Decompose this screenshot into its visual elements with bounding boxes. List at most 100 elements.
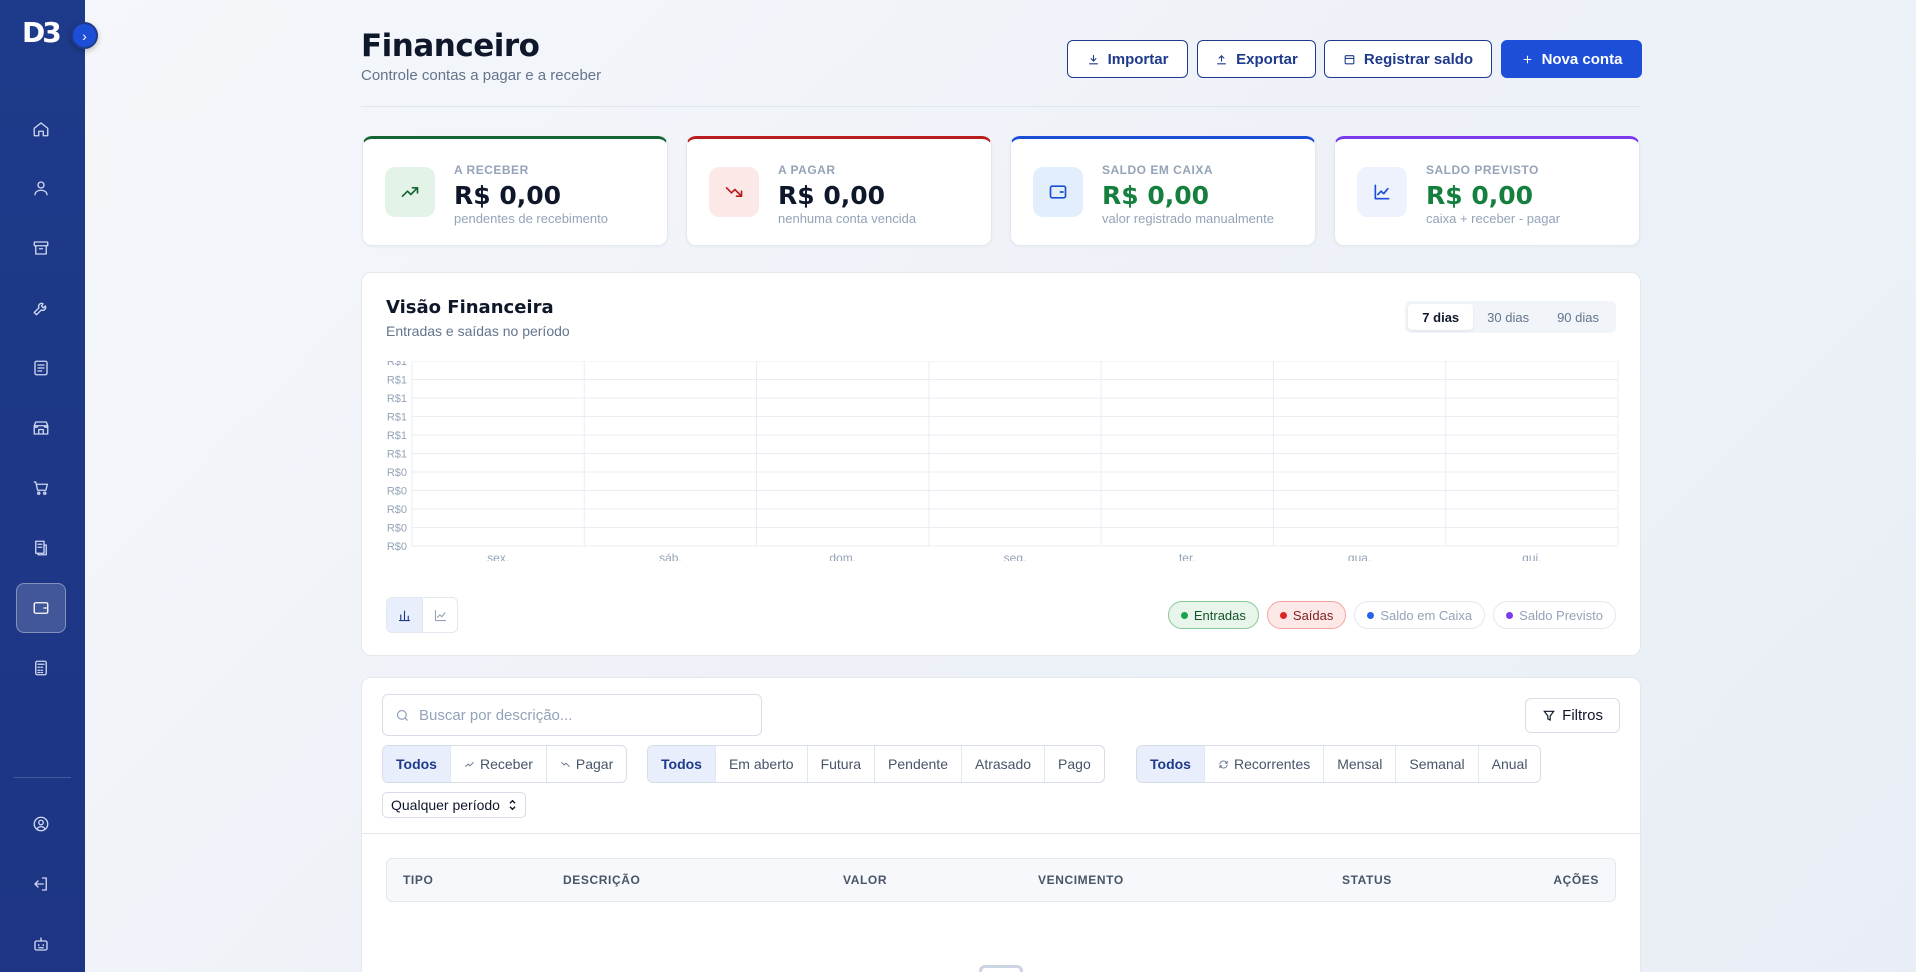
card-hint: valor registrado manualmente	[1102, 211, 1274, 226]
import-button[interactable]: Importar	[1067, 40, 1188, 78]
card-value: R$ 0,00	[778, 181, 886, 210]
new-account-button[interactable]: Nova conta	[1501, 40, 1642, 78]
legend-dot	[1180, 611, 1188, 619]
y-tick-label: R$1	[387, 430, 407, 442]
table-header: TIPO DESCRIÇÃO VALOR VENCIMENTO STATUS A…	[386, 858, 1616, 902]
recurrence-filter-group: Todos Recorrentes Mensal Semanal Anual	[1136, 745, 1542, 783]
summary-card-forecast: SALDO PREVISTO R$ 0,00 caixa + receber -…	[1334, 136, 1640, 246]
sidebar-item-store[interactable]	[16, 403, 66, 453]
app-logo[interactable]: D3	[22, 16, 62, 49]
line-view-button[interactable]	[422, 598, 457, 632]
trending-up-icon	[465, 761, 474, 767]
download-icon	[1088, 54, 1098, 64]
status-filter-future[interactable]: Futura	[806, 746, 874, 782]
sidebar-item-home[interactable]	[16, 104, 66, 154]
legend-dot	[1506, 611, 1514, 619]
card-label: A PAGAR	[778, 163, 836, 177]
status-filter-group: Todos Em aberto Futura Pendente Atrasado…	[647, 745, 1105, 783]
legend-saldo-caixa[interactable]: Saldo em Caixa	[1354, 601, 1486, 629]
y-tick-label: R$1	[387, 393, 407, 405]
cart-icon	[33, 481, 49, 495]
type-filter-pay[interactable]: Pagar	[545, 746, 626, 782]
sidebar-item-assistant[interactable]	[16, 919, 66, 969]
y-tick-label: R$0	[387, 541, 407, 553]
card-label: SALDO EM CAIXA	[1102, 163, 1214, 177]
export-button[interactable]: Exportar	[1197, 40, 1316, 78]
sidebar-item-services[interactable]	[16, 283, 66, 333]
legend-entradas[interactable]: Entradas	[1167, 601, 1259, 629]
x-tick-label: seg.	[1004, 551, 1027, 561]
wallet-icon	[1033, 167, 1083, 217]
x-tick-label: qui.	[1522, 551, 1541, 561]
archive-icon	[33, 241, 49, 255]
recurrence-filter-recurring[interactable]: Recorrentes	[1203, 746, 1323, 782]
sidebar-item-orders[interactable]	[16, 343, 66, 393]
chart-view-toggle	[386, 597, 458, 633]
calendar-icon	[1344, 54, 1355, 64]
recurrence-filter-weekly[interactable]: Semanal	[1395, 746, 1477, 782]
recurrence-filter-yearly[interactable]: Anual	[1477, 746, 1541, 782]
filters-button[interactable]: Filtros	[1525, 698, 1620, 733]
column-status[interactable]: STATUS	[1342, 873, 1392, 887]
status-filter-overdue[interactable]: Atrasado	[960, 746, 1044, 782]
tab-7-days[interactable]: 7 dias	[1408, 304, 1474, 330]
legend-saidas[interactable]: Saídas	[1266, 601, 1347, 629]
search-input[interactable]	[419, 706, 761, 724]
status-filter-paid[interactable]: Pago	[1044, 746, 1104, 782]
sidebar-collapse-button[interactable]: ›	[71, 22, 98, 49]
line-chart-icon	[434, 609, 446, 621]
tab-30-days[interactable]: 30 dias	[1473, 304, 1543, 330]
card-hint: nenhuma conta vencida	[778, 211, 917, 226]
list-icon	[34, 360, 48, 376]
sidebar-item-archive[interactable]	[16, 223, 66, 273]
bar-chart-icon	[398, 610, 411, 621]
sidebar-item-clients[interactable]	[16, 163, 66, 213]
column-type[interactable]: TIPO	[403, 873, 433, 887]
legend-dot	[1367, 611, 1375, 619]
sidebar-item-financial[interactable]	[16, 583, 66, 633]
search-icon	[396, 709, 408, 721]
tab-90-days[interactable]: 90 dias	[1543, 304, 1613, 330]
sidebar-item-logout[interactable]	[16, 859, 66, 909]
status-filter-open[interactable]: Em aberto	[714, 746, 807, 782]
x-tick-label: qua.	[1348, 551, 1371, 561]
y-tick-label: R$1	[387, 375, 407, 387]
wallet-icon	[33, 602, 49, 614]
column-due-date[interactable]: VENCIMENTO	[1038, 873, 1124, 887]
sidebar-item-receipts[interactable]	[16, 523, 66, 573]
chart-subtitle: Entradas e saídas no período	[386, 323, 570, 339]
recurrence-filter-all[interactable]: Todos	[1137, 746, 1204, 782]
column-description[interactable]: DESCRIÇÃO	[563, 873, 640, 887]
recurrence-filter-monthly[interactable]: Mensal	[1323, 746, 1395, 782]
period-select[interactable]: Qualquer período	[382, 792, 526, 818]
calculator-icon	[35, 660, 47, 676]
chevron-right-icon: ›	[82, 27, 87, 44]
summary-card-cash-balance: SALDO EM CAIXA R$ 0,00 valor registrado …	[1010, 136, 1316, 246]
upload-icon	[1217, 54, 1226, 64]
column-value[interactable]: VALOR	[843, 873, 887, 887]
line-chart-icon	[1357, 167, 1407, 217]
status-filter-all[interactable]: Todos	[648, 746, 715, 782]
y-tick-label: R$1	[387, 449, 407, 461]
sidebar-item-sales[interactable]	[16, 463, 66, 513]
status-filter-pending[interactable]: Pendente	[874, 746, 961, 782]
register-balance-button[interactable]: Registrar saldo	[1324, 40, 1492, 78]
x-tick-label: dom.	[829, 551, 856, 561]
bar-view-button[interactable]	[387, 598, 422, 632]
page-subtitle: Controle contas a pagar e a receber	[361, 67, 602, 84]
sidebar-item-profile[interactable]	[16, 799, 66, 849]
type-filter-receive[interactable]: Receber	[449, 746, 546, 782]
y-tick-label: R$0	[387, 504, 407, 516]
legend-saldo-previsto[interactable]: Saldo Previsto	[1493, 601, 1616, 629]
summary-card-payable: A PAGAR R$ 0,00 nenhuma conta vencida	[686, 136, 992, 246]
user-circle-icon	[33, 816, 49, 832]
card-label: SALDO PREVISTO	[1426, 163, 1539, 177]
header-divider	[361, 106, 1641, 107]
refresh-icon	[1219, 760, 1228, 768]
type-filter-all[interactable]: Todos	[383, 746, 450, 782]
empty-state-icon	[979, 965, 1023, 972]
y-tick-label: R$1	[387, 361, 407, 368]
sidebar-item-reports[interactable]	[16, 643, 66, 693]
filter-icon	[1543, 710, 1555, 721]
card-value: R$ 0,00	[454, 181, 562, 210]
